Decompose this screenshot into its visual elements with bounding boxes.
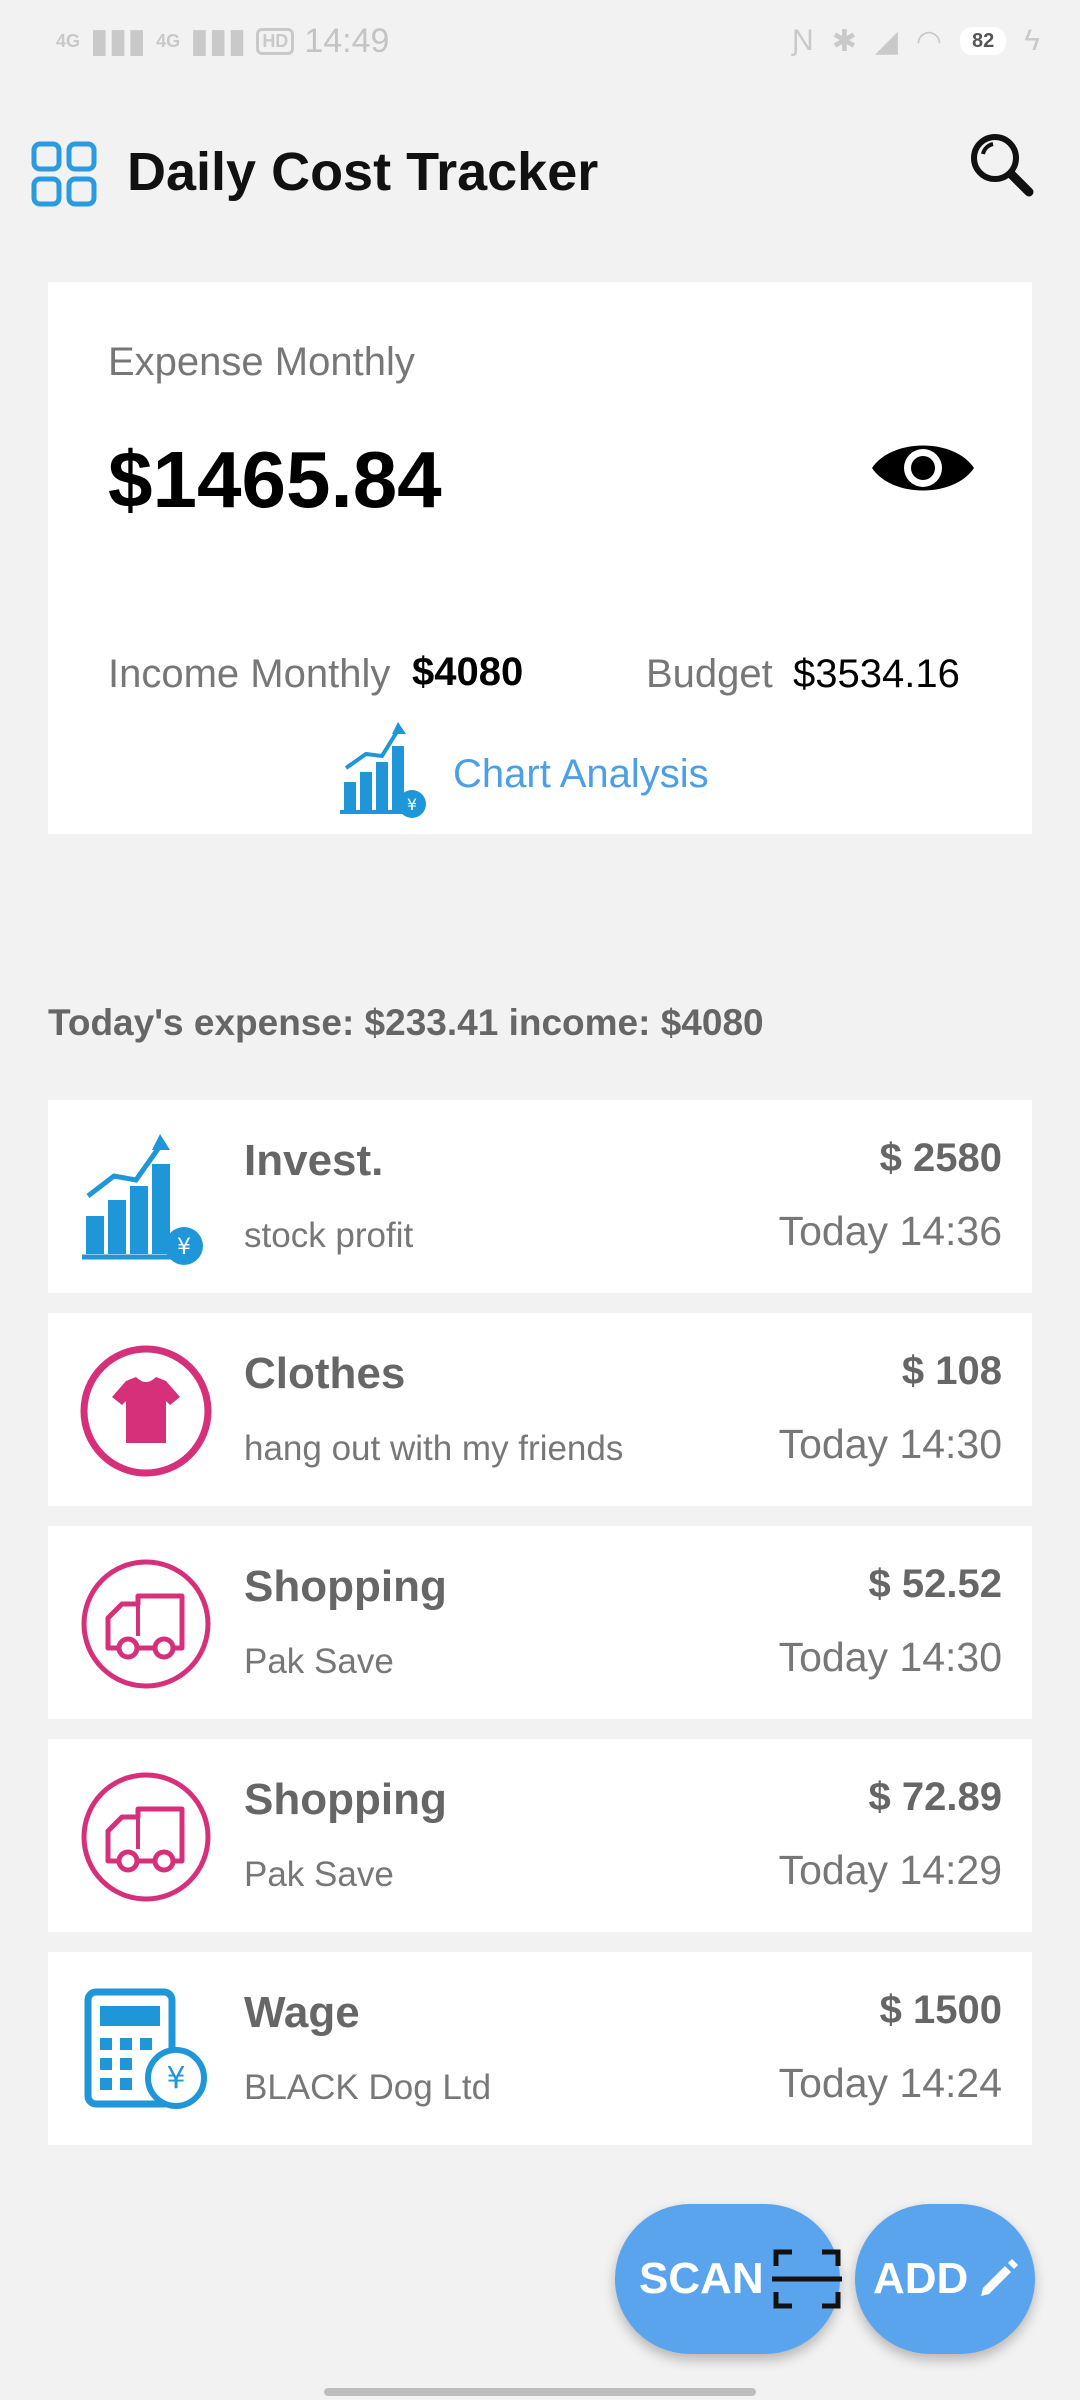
- wifi-icon: ◠: [915, 24, 943, 58]
- transaction-row[interactable]: Shopping Pak Save $ 72.89 Today 14:29: [48, 1739, 1032, 1932]
- chart-analysis-icon[interactable]: ¥: [338, 718, 434, 818]
- transaction-time: Today 14:24: [778, 2060, 1002, 2106]
- invest-icon: ¥: [82, 1134, 203, 1265]
- transaction-time: Today 14:30: [778, 1421, 1002, 1467]
- signal-icon: ▮▮▮: [90, 22, 147, 60]
- transaction-time: Today 14:29: [778, 1847, 1002, 1893]
- transaction-category: Wage: [244, 1988, 360, 2037]
- status-time: 14:49: [304, 21, 390, 60]
- transaction-row[interactable]: ¥ Wage BLACK Dog Ltd $ 1500 Today 14:24: [48, 1952, 1032, 2145]
- expense-monthly-label: Expense Monthly: [108, 340, 415, 384]
- signal-icon-2: ▮▮▮: [190, 22, 247, 60]
- transaction-time: Today 14:30: [778, 1634, 1002, 1680]
- scan-icon: [772, 2249, 842, 2309]
- transaction-row[interactable]: Clothes hang out with my friends $ 108 T…: [48, 1313, 1032, 1506]
- expense-monthly-value: $1465.84: [108, 435, 442, 524]
- chart-analysis-link[interactable]: Chart Analysis: [453, 752, 709, 797]
- income-monthly-value: $4080: [412, 650, 524, 694]
- search-icon[interactable]: [965, 128, 1037, 200]
- transaction-note: hang out with my friends: [244, 1429, 624, 1468]
- svg-text:¥: ¥: [407, 795, 417, 814]
- bluetooth-icon: ✱: [831, 24, 857, 58]
- status-bar: 4G ▮▮▮ 4G ▮▮▮ HD 14:49 Ɲ ✱ ◢ ◠ 82 ϟ: [0, 0, 1080, 82]
- transaction-category: Clothes: [244, 1349, 406, 1398]
- scan-button[interactable]: SCAN: [615, 2204, 842, 2354]
- transaction-time: Today 14:36: [778, 1208, 1002, 1254]
- page-title: Daily Cost Tracker: [127, 142, 599, 202]
- svg-text:¥: ¥: [166, 2061, 185, 2096]
- pencil-icon: [981, 2259, 1018, 2296]
- grid-icon[interactable]: [28, 138, 100, 210]
- transaction-amount: $ 52.52: [868, 1562, 1002, 1606]
- transaction-amount: $ 108: [901, 1349, 1002, 1393]
- transaction-note: Pak Save: [244, 1855, 394, 1894]
- transaction-amount: $ 72.89: [868, 1775, 1002, 1819]
- income-monthly-label: Income Monthly: [108, 652, 391, 696]
- transaction-note: BLACK Dog Ltd: [244, 2068, 492, 2107]
- monthly-summary-card: Expense Monthly $1465.84 Income Monthly …: [48, 282, 1032, 834]
- transaction-category: Shopping: [244, 1775, 447, 1824]
- charging-icon: ϟ: [1024, 24, 1040, 57]
- transaction-note: Pak Save: [244, 1642, 394, 1681]
- transaction-amount: $ 2580: [879, 1136, 1002, 1180]
- add-button-label: ADD: [873, 2254, 969, 2303]
- svg-text:¥: ¥: [177, 1235, 191, 1260]
- hd-badge: HD: [256, 27, 295, 55]
- transaction-row[interactable]: Shopping Pak Save $ 52.52 Today 14:30: [48, 1526, 1032, 1719]
- budget-value: $3534.16: [793, 652, 960, 696]
- transaction-amount: $ 1500: [879, 1988, 1002, 2032]
- top-bar: Daily Cost Tracker: [15, 98, 1065, 238]
- budget-label: Budget: [646, 652, 773, 696]
- transaction-category: Shopping: [244, 1562, 447, 1611]
- add-button[interactable]: ADD: [855, 2204, 1035, 2354]
- signal-bars-icon: ◢: [874, 24, 898, 58]
- status-left: 4G ▮▮▮ 4G ▮▮▮ HD 14:49: [56, 21, 389, 61]
- clothes-icon: [80, 1345, 212, 1477]
- shopping-cart-icon: [81, 1559, 211, 1689]
- nfc-icon: Ɲ: [792, 24, 814, 57]
- network-indicator-2: 4G: [156, 31, 181, 51]
- eye-icon[interactable]: [868, 432, 978, 504]
- scan-button-label: SCAN: [639, 2254, 764, 2303]
- app-container: Daily Cost Tracker Expense Monthly $1465…: [15, 98, 1065, 2384]
- today-summary: Today's expense: $233.41 income: $4080: [48, 1002, 764, 1043]
- status-right: Ɲ ✱ ◢ ◠ 82 ϟ: [792, 24, 1040, 59]
- transaction-row[interactable]: ¥ Invest. stock profit $ 2580 Today 14:3…: [48, 1100, 1032, 1293]
- wage-calculator-icon: ¥: [84, 1988, 207, 2109]
- transaction-note: stock profit: [244, 1216, 414, 1255]
- transaction-category: Invest.: [244, 1136, 384, 1185]
- battery-indicator: 82: [960, 27, 1007, 55]
- home-indicator[interactable]: [324, 2388, 756, 2396]
- network-indicator-1: 4G: [56, 31, 81, 51]
- shopping-cart-icon: [81, 1772, 211, 1902]
